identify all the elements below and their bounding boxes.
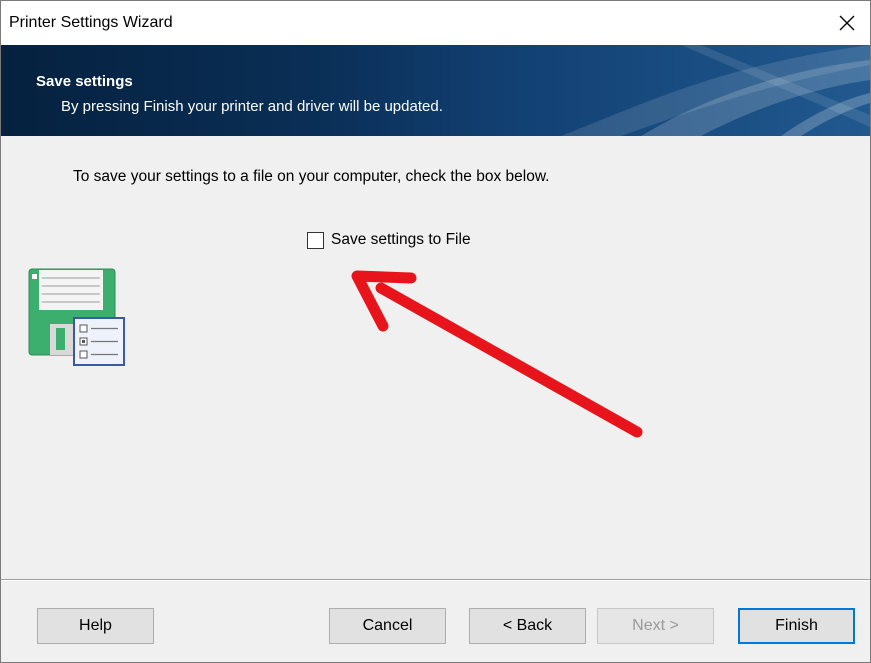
- next-button: Next >: [597, 608, 714, 644]
- close-icon: [839, 15, 855, 31]
- finish-button[interactable]: Finish: [738, 608, 855, 644]
- close-button[interactable]: [824, 1, 870, 45]
- banner-title: Save settings: [36, 73, 133, 90]
- footer-divider-highlight: [1, 580, 870, 581]
- save-to-file-icon: [28, 268, 125, 366]
- red-arrow-icon: [351, 270, 643, 438]
- help-button[interactable]: Help: [37, 608, 154, 644]
- banner-swoosh-graphic: [561, 45, 870, 136]
- window-title: Printer Settings Wizard: [9, 14, 173, 31]
- printer-settings-wizard-window: Printer Settings Wizard Save settings By…: [0, 0, 871, 663]
- save-settings-label[interactable]: Save settings to File: [331, 231, 471, 249]
- banner-subtitle: By pressing Finish your printer and driv…: [61, 98, 443, 115]
- instruction-text: To save your settings to a file on your …: [73, 168, 550, 185]
- save-settings-checkbox-row[interactable]: Save settings to File: [307, 231, 471, 249]
- header-banner: Save settings By pressing Finish your pr…: [1, 45, 870, 136]
- title-bar: Printer Settings Wizard: [1, 1, 870, 45]
- cancel-button[interactable]: Cancel: [329, 608, 446, 644]
- wizard-content: To save your settings to a file on your …: [1, 136, 870, 579]
- save-settings-checkbox[interactable]: [307, 231, 324, 249]
- back-button[interactable]: < Back: [469, 608, 586, 644]
